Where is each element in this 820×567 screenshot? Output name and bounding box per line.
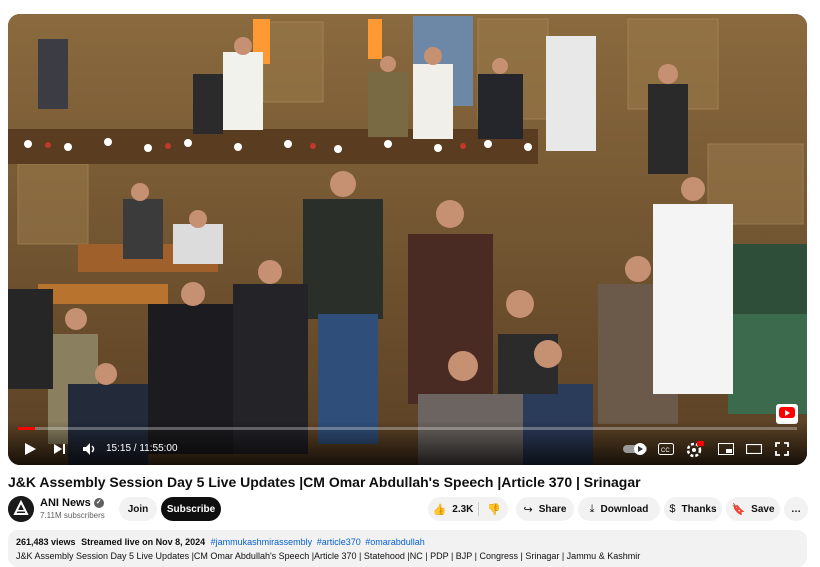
download-button[interactable]: ⤓ Download <box>578 497 660 521</box>
subtitles-icon[interactable]: CC <box>656 439 676 459</box>
progress-fill <box>18 427 36 430</box>
download-icon: ⤓ <box>589 502 595 515</box>
more-icon: … <box>791 503 801 515</box>
miniplayer-icon[interactable] <box>716 439 736 459</box>
like-divider <box>478 502 479 516</box>
fullscreen-icon[interactable] <box>772 439 792 459</box>
hashtag-link[interactable]: #jammukashmirassembly <box>211 537 313 547</box>
subscribe-label: Subscribe <box>166 503 216 515</box>
thumbs-down-icon: 👎 <box>487 503 501 516</box>
join-button[interactable]: Join <box>119 497 157 521</box>
channel-name-row[interactable]: ANI News ✓ <box>40 497 104 509</box>
next-icon[interactable] <box>50 439 70 459</box>
verified-icon: ✓ <box>93 498 104 509</box>
thanks-label: Thanks <box>681 503 717 515</box>
stream-date: Streamed live on Nov 8, 2024 <box>81 537 206 547</box>
like-dislike-group: 👍 2.3K 👎 <box>428 497 508 521</box>
thanks-icon: $ <box>669 503 676 515</box>
channel-row: ANI News ✓ 7.11M subscribers Join Subscri… <box>8 494 808 524</box>
player-controls: 15:15 / 11:55:00 CC <box>8 421 807 465</box>
autoplay-toggle[interactable] <box>622 439 648 459</box>
view-count: 261,483 views <box>16 537 76 547</box>
join-label: Join <box>127 503 149 515</box>
like-button[interactable]: 👍 2.3K <box>432 497 474 521</box>
download-label: Download <box>600 503 649 515</box>
video-title: J&K Assembly Session Day 5 Live Updates … <box>8 474 641 490</box>
description-box[interactable]: 261,483 views Streamed live on Nov 8, 20… <box>8 530 807 567</box>
more-actions-button[interactable]: … <box>784 497 808 521</box>
channel-avatar[interactable] <box>8 496 34 522</box>
save-button[interactable]: 🔖 Save <box>726 497 780 521</box>
thumbs-up-icon: 👍 <box>432 503 447 516</box>
hashtag-link[interactable]: #omarabdullah <box>365 537 425 547</box>
like-count: 2.3K <box>452 503 474 515</box>
time-display: 15:15 / 11:55:00 <box>106 443 178 454</box>
save-label: Save <box>751 503 775 515</box>
volume-icon[interactable] <box>80 439 100 459</box>
thanks-button[interactable]: $ Thanks <box>664 497 722 521</box>
bookmark-icon: 🔖 <box>731 503 746 516</box>
dislike-button[interactable]: 👎 <box>484 497 504 521</box>
theater-icon[interactable] <box>744 439 764 459</box>
progress-bar[interactable] <box>18 427 797 430</box>
svg-text:CC: CC <box>661 448 670 454</box>
hashtag-link[interactable]: #article370 <box>317 537 361 547</box>
video-frame[interactable] <box>8 14 807 465</box>
play-icon[interactable] <box>20 439 40 459</box>
share-icon: ↪ <box>523 503 533 516</box>
settings-icon[interactable] <box>684 439 706 459</box>
video-player[interactable]: 15:15 / 11:55:00 CC <box>8 14 807 465</box>
share-label: Share <box>538 503 567 515</box>
description-text: J&K Assembly Session Day 5 Live Updates … <box>16 551 641 561</box>
channel-name[interactable]: ANI News <box>40 497 91 509</box>
description-meta: 261,483 views Streamed live on Nov 8, 20… <box>16 537 425 547</box>
share-button[interactable]: ↪ Share <box>516 497 574 521</box>
subscriber-count: 7.11M subscribers <box>40 511 105 520</box>
subscribe-button[interactable]: Subscribe <box>161 497 221 521</box>
